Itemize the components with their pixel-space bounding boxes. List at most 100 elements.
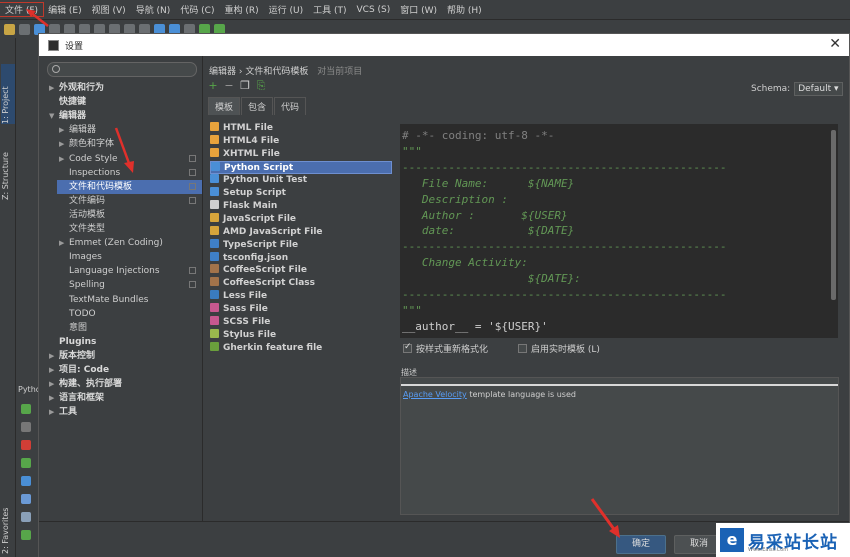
tree-item[interactable]: ▶ 颜色和字体 xyxy=(57,137,202,151)
rerun-icon[interactable] xyxy=(21,404,31,414)
ok-button[interactable]: 确定 xyxy=(616,535,666,554)
tree-item[interactable]: ▶ 构建、执行部署 xyxy=(47,377,202,391)
tree-item[interactable]: ▶ 工具 xyxy=(47,405,202,419)
template-item[interactable]: XHTML File xyxy=(210,147,280,161)
menu-item[interactable]: 帮助 (H) xyxy=(442,3,487,16)
chevron-right-icon[interactable]: ▶ xyxy=(59,123,69,137)
chevron-right-icon[interactable]: ▶ xyxy=(49,391,59,405)
template-item[interactable]: HTML4 File xyxy=(210,134,279,148)
chevron-right-icon[interactable]: ▶ xyxy=(49,377,59,391)
chevron-down-icon[interactable]: ▼ xyxy=(49,109,59,123)
tree-item[interactable]: ▶ 版本控制 xyxy=(47,349,202,363)
close-run-icon[interactable] xyxy=(21,440,31,450)
template-item[interactable]: Python Unit Test xyxy=(210,173,307,187)
project-tool-tab[interactable]: 1: Project xyxy=(1,64,15,124)
template-item[interactable]: Python Script xyxy=(210,160,392,174)
tree-item[interactable]: ▶ 语言和框架 xyxy=(47,391,202,405)
reformat-option[interactable]: 按样式重新格式化 xyxy=(403,342,488,355)
template-item[interactable]: Setup Script xyxy=(210,186,286,200)
template-item[interactable]: Less File xyxy=(210,290,267,303)
project-scope-icon xyxy=(189,154,196,162)
tree-item[interactable]: TextMate Bundles xyxy=(57,293,202,307)
template-item[interactable]: Sass File xyxy=(210,303,268,316)
tree-item[interactable]: 文件和代码模板 xyxy=(57,179,202,194)
menu-item[interactable]: 视图 (V) xyxy=(87,3,131,16)
menu-item[interactable]: 工具 (T) xyxy=(308,3,351,16)
menu-item[interactable]: VCS (S) xyxy=(352,5,396,15)
menu-item[interactable]: 导航 (N) xyxy=(131,3,176,16)
template-item[interactable]: Stylus File xyxy=(210,329,276,342)
tab-0[interactable]: 模板 xyxy=(208,97,241,115)
chevron-right-icon[interactable]: ▶ xyxy=(59,152,69,166)
play-icon[interactable] xyxy=(21,458,31,468)
reset-icon[interactable]: ⎘ xyxy=(256,80,266,91)
tree-item[interactable]: 快捷键 xyxy=(47,95,202,109)
tree-item[interactable]: ▶ 外观和行为 xyxy=(47,81,202,95)
velocity-link[interactable]: Apache Velocity xyxy=(403,390,467,399)
layout-icon[interactable] xyxy=(21,494,31,504)
tree-item[interactable]: ▶ Code Style xyxy=(57,152,202,166)
menu-item[interactable]: 编辑 (E) xyxy=(43,3,87,16)
close-icon[interactable]: ✕ xyxy=(829,36,841,52)
template-item[interactable]: HTML File xyxy=(210,122,273,135)
menu-item[interactable]: 运行 (U) xyxy=(264,3,308,16)
tree-item[interactable]: 活动模板 xyxy=(57,208,202,222)
file-type-icon xyxy=(210,264,219,274)
tree-item[interactable]: ▶ 编辑器 xyxy=(57,123,202,137)
tree-item[interactable]: 意图 xyxy=(57,321,202,335)
template-item[interactable]: tsconfig.json xyxy=(210,251,288,265)
live-template-option[interactable]: 启用实时模板 (L) xyxy=(518,342,600,355)
chevron-right-icon[interactable]: ▶ xyxy=(49,349,59,363)
tree-item[interactable]: Language Injections xyxy=(57,264,202,278)
tree-item-label: 项目: Code xyxy=(59,365,110,375)
settings-icon[interactable] xyxy=(21,530,31,540)
schema-dropdown[interactable]: Default ▾ xyxy=(794,82,843,96)
tree-item[interactable]: ▶ Emmet (Zen Coding) xyxy=(57,236,202,250)
tree-item[interactable]: Inspections xyxy=(57,166,202,180)
tree-item[interactable]: TODO xyxy=(57,307,202,321)
tree-item[interactable]: ▶ 项目: Code xyxy=(47,363,202,377)
schema-value: Default xyxy=(798,84,832,94)
template-item[interactable]: TypeScript File xyxy=(210,238,298,252)
open-folder-icon[interactable] xyxy=(4,23,15,35)
template-item[interactable]: Flask Main xyxy=(210,199,277,213)
menu-item[interactable]: 代码 (C) xyxy=(175,3,219,16)
tree-item[interactable]: Spelling xyxy=(57,278,202,292)
stop-icon[interactable] xyxy=(21,422,31,432)
chevron-right-icon[interactable]: ▶ xyxy=(59,236,69,250)
settings-search-input[interactable] xyxy=(47,62,197,77)
chevron-right-icon[interactable]: ▶ xyxy=(49,405,59,419)
help-icon[interactable] xyxy=(21,476,31,486)
tree-item[interactable]: Plugins xyxy=(47,335,202,349)
chevron-right-icon[interactable]: ▶ xyxy=(49,363,59,377)
template-item[interactable]: Gherkin feature file xyxy=(210,342,322,355)
remove-icon[interactable]: − xyxy=(224,80,234,91)
tree-item[interactable]: 文件类型 xyxy=(57,222,202,236)
tree-item-label: 文件和代码模板 xyxy=(69,181,133,192)
live-template-checkbox[interactable] xyxy=(518,344,528,353)
template-item[interactable]: CoffeeScript File xyxy=(210,264,307,277)
tree-item[interactable]: ▼ 编辑器 xyxy=(47,109,202,123)
add-icon[interactable]: + xyxy=(208,80,218,91)
menu-item[interactable]: 文件 (F) xyxy=(0,2,45,17)
reformat-checkbox[interactable] xyxy=(403,342,412,353)
template-item[interactable]: SCSS File xyxy=(210,316,270,329)
template-editor[interactable]: # -*- coding: utf-8 -*- """ --------------… xyxy=(400,124,838,338)
copy-template-icon[interactable]: ❐ xyxy=(240,80,250,91)
template-item[interactable]: AMD JavaScript File xyxy=(210,225,323,239)
tree-item[interactable]: Images xyxy=(57,250,202,264)
template-item[interactable]: JavaScript File xyxy=(210,212,296,226)
chevron-right-icon[interactable]: ▶ xyxy=(59,137,69,151)
chevron-right-icon[interactable]: ▶ xyxy=(49,81,59,95)
pin-icon[interactable] xyxy=(21,512,31,522)
editor-scrollbar[interactable] xyxy=(831,130,836,300)
menu-item[interactable]: 重构 (R) xyxy=(219,3,263,16)
structure-tool-tab[interactable]: Z: Structure xyxy=(1,130,15,200)
save-icon[interactable] xyxy=(19,23,30,35)
template-item[interactable]: CoffeeScript Class xyxy=(210,277,315,290)
tree-item[interactable]: 文件编码 xyxy=(57,194,202,208)
tab-2[interactable]: 代码 xyxy=(274,97,307,115)
favorites-tool-tab[interactable]: 2: Favorites xyxy=(1,488,15,554)
tab-1[interactable]: 包含 xyxy=(241,97,274,115)
menu-item[interactable]: 窗口 (W) xyxy=(395,3,442,16)
